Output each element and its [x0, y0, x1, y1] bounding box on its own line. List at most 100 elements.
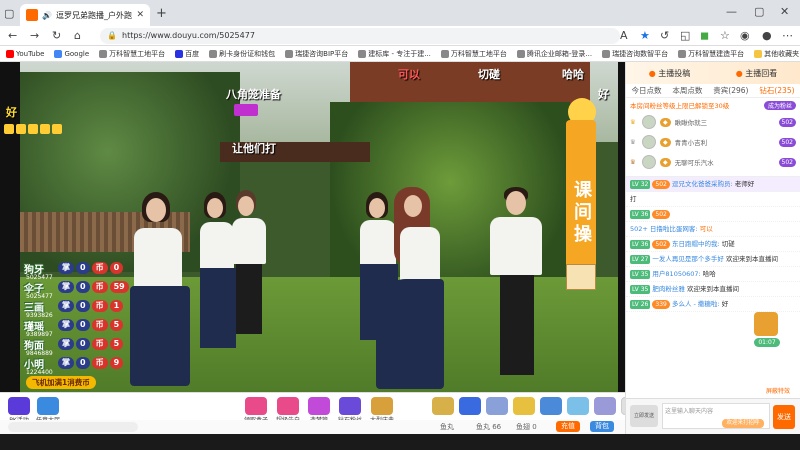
tab-diamond[interactable]: 钻石(235)	[759, 85, 794, 96]
level-badge: ◆	[660, 137, 671, 147]
back-icon[interactable]: ←	[8, 29, 17, 42]
chat-message: LV 32 502 逗兄文化爸爸采购员: 老师好	[626, 177, 800, 192]
other-bookmarks[interactable]: 其他收藏夹	[754, 49, 800, 59]
fishfin-count: 鱼翅 0	[516, 423, 537, 431]
rank-row[interactable]: ♛ ◆ 青青小吉利 502	[626, 132, 800, 152]
refresh-icon[interactable]: ↻	[52, 29, 61, 42]
bookmark-item[interactable]: 建标库 - 专注于建...	[358, 49, 431, 59]
danmaku: 好	[598, 88, 609, 101]
streamer-posts-link[interactable]: ● 主播投稿	[649, 68, 691, 79]
gold-icon[interactable]	[513, 397, 535, 415]
video-player[interactable]: 可以 切磋 哈哈 好 八角笼准备 让他们打 好 课间操 狗牙 掌0 币0 502…	[0, 62, 625, 392]
collections-icon[interactable]: ◱	[680, 29, 690, 42]
send-button[interactable]: 发送	[773, 405, 795, 429]
favorites-icon[interactable]: ☆	[720, 29, 730, 42]
speaker-icon[interactable]: 🔊	[42, 11, 52, 20]
minimize-icon[interactable]: —	[726, 5, 737, 18]
avatar	[642, 155, 656, 169]
close-tab-icon[interactable]: ✕	[136, 10, 144, 20]
fishball-count: 鱼丸 66	[476, 423, 502, 431]
bookmark-item[interactable]: 瑞捷咨询数智平台	[602, 49, 668, 59]
lock-icon: 🔒	[107, 31, 117, 40]
bookmarks-bar: YouTube Google 万科智慧工地平台 百度 刷卡身份证和钱包 瑞捷咨询…	[0, 46, 800, 62]
tab-vip[interactable]: 贵宾(296)	[713, 85, 748, 96]
dream-icon	[308, 397, 331, 415]
scoreboard: 狗牙 掌0 币0 5025477 伞子 掌0 币 59 5025477 三画 掌0…	[24, 262, 134, 376]
block-effects-toggle[interactable]: 屏蔽特效	[766, 386, 790, 395]
forward-icon[interactable]: →	[30, 29, 39, 42]
danmaku: 八角笼准备	[226, 88, 281, 101]
tab-today[interactable]: 今日点数	[631, 85, 661, 96]
castle-icon[interactable]	[594, 397, 616, 415]
streamer-replay-link[interactable]: ● 主播回看	[736, 68, 778, 79]
chat-message: LV 35 肥肉粉丝雅 欢迎来到本直播间	[626, 282, 800, 297]
extension-icon[interactable]: ◼	[700, 29, 709, 42]
bookmark-item[interactable]: 万科智慧工地平台	[99, 49, 165, 59]
bookmark-item[interactable]: 万科智慧建造平台	[678, 49, 744, 59]
plane-icon[interactable]	[486, 397, 508, 415]
gift-box-icon	[245, 397, 267, 415]
tab-actions-icon[interactable]: ▢	[4, 7, 14, 20]
score-row: 瑾瑶 掌0 币5	[24, 319, 134, 333]
profile-icon[interactable]: ◉	[740, 29, 750, 42]
bookmark-item[interactable]: 腾讯企业邮箱-登录...	[516, 49, 592, 59]
chat-panel: ● 主播投稿 ● 主播回看 今日点数 本周点数 贵宾(296) 钻石(235) …	[625, 62, 800, 434]
rank-row[interactable]: ♛ ◆ 瞅瞅你就三 502	[626, 112, 800, 132]
new-tab-icon[interactable]: +	[156, 6, 167, 21]
url-text: https://www.douyu.com/5025477	[122, 31, 255, 40]
badge-row	[4, 124, 62, 134]
tab-title: 逗罗兄弟跑播_户外跑播_斗	[55, 10, 132, 20]
avatar-icon[interactable]: ●	[762, 29, 772, 42]
maximize-icon[interactable]: ▢	[754, 5, 764, 18]
more-menu-icon[interactable]: ⋯	[782, 29, 793, 42]
rank-row[interactable]: ♛ ◆ 无聊可乐汽水 502	[626, 152, 800, 172]
refresh-page-icon[interactable]: ↺	[660, 29, 669, 42]
home-icon[interactable]: ⌂	[74, 29, 81, 42]
chat-message: LV 26 339 多么人 - 撒糖啦: 好	[626, 297, 800, 312]
rocket-icon[interactable]	[459, 397, 481, 415]
car-icon[interactable]	[540, 397, 562, 415]
favorite-star-icon[interactable]: ★	[640, 29, 650, 42]
avatar	[642, 135, 656, 149]
url-input[interactable]: 🔒 https://www.douyu.com/5025477	[100, 28, 620, 44]
bookmark-item[interactable]: 瑞捷咨询BIP平台	[285, 49, 348, 59]
page-icon	[440, 49, 449, 58]
bookmark-item[interactable]: 刷卡身份证和钱包	[209, 49, 275, 59]
panel-header: ● 主播投稿 ● 主播回看	[626, 62, 800, 84]
read-aloud-icon[interactable]: A	[620, 29, 628, 42]
danmaku: 好	[6, 106, 17, 119]
status-bar: 鱼丸 鱼丸 66 鱼翅 0 充值 背包	[0, 420, 625, 434]
close-window-icon[interactable]: ✕	[780, 5, 789, 18]
treasure-chest-icon[interactable]	[754, 312, 778, 336]
become-fan-button[interactable]: 成为粉丝	[763, 100, 796, 110]
backpack-button[interactable]: 背包	[590, 421, 614, 432]
gift-icon[interactable]	[432, 397, 454, 415]
bookmark-item[interactable]: 万科智慧工地平台	[440, 49, 507, 59]
douyu-favicon-icon	[26, 9, 38, 21]
page-icon	[516, 49, 525, 58]
page-icon	[678, 49, 687, 58]
pk-icon	[8, 397, 30, 415]
crown-icon: ♛	[630, 158, 636, 166]
chat-input-area: 立即发送 这里输入聊天内容 欢迎来打招呼 发送	[626, 398, 800, 434]
ship-icon[interactable]	[567, 397, 589, 415]
danmaku: 哈哈	[562, 68, 584, 81]
page-icon	[602, 49, 611, 58]
page-icon	[99, 49, 108, 58]
page-icon	[285, 49, 294, 58]
recharge-button[interactable]: 充值	[556, 421, 580, 432]
bookmark-youtube[interactable]: YouTube	[6, 49, 44, 58]
fan-notice: 本房间粉丝等级上限已解锁至30级 成为粉丝	[626, 98, 800, 112]
page-icon	[358, 49, 367, 58]
tab-week[interactable]: 本周点数	[672, 85, 702, 96]
crown-icon: ♛	[630, 118, 636, 126]
page-icon	[209, 49, 218, 58]
chat-message: LV 36 502 东日跑帽中的我: 切磋	[626, 237, 800, 252]
level-badge: ◆	[660, 157, 671, 167]
greet-button[interactable]: 欢迎来打招呼	[722, 419, 764, 428]
bookmark-google[interactable]: Google	[54, 49, 89, 58]
browser-tab[interactable]: 🔊 逗罗兄弟跑播_户外跑播_斗 ✕	[20, 4, 150, 26]
bookmark-baidu[interactable]: 百度	[175, 49, 199, 59]
input-strip	[8, 422, 138, 432]
send-badge[interactable]: 立即发送	[630, 405, 658, 427]
